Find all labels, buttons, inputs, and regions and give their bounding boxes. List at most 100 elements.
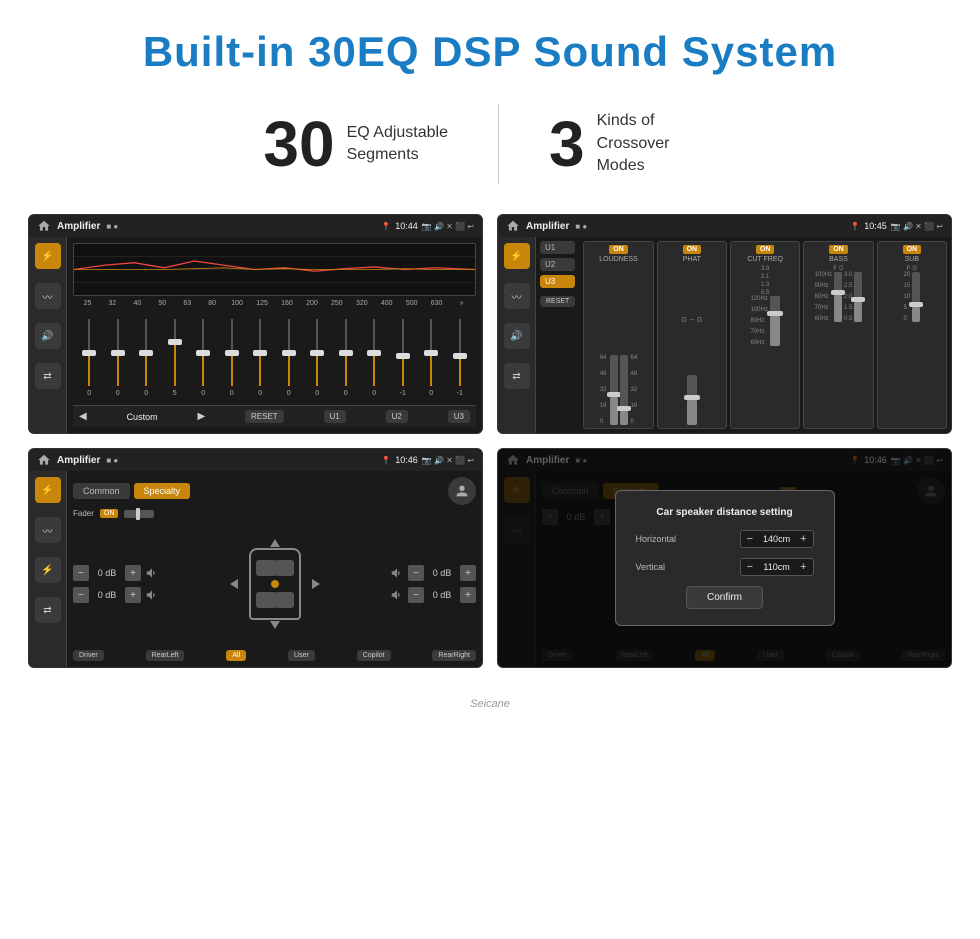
sub-slider[interactable] [912, 272, 920, 322]
pos-rearleft[interactable]: RearLeft [146, 650, 185, 661]
speaker-icon-btn-2[interactable]: 🔊 [504, 323, 530, 349]
stat-crossover-number: 3 [549, 107, 585, 181]
statusbar-1: Amplifier ■ ● 📍 10:44 📷 🔊 ✕ ⬛ ↩ [29, 215, 482, 237]
eq-icon-btn[interactable]: ⚡ [35, 243, 61, 269]
loudness-slider-1[interactable] [610, 355, 618, 425]
modal-title: Car speaker distance setting [636, 507, 814, 518]
seat-br [274, 592, 294, 608]
car-center-dot[interactable] [271, 580, 279, 588]
eq-reset-btn[interactable]: RESET [245, 410, 284, 423]
app-title-2: Amplifier [526, 221, 569, 232]
side-controls-1: ⚡ 〰 🔊 ⇄ [29, 237, 67, 433]
channel-sub: ON SUB F G 20 15 1 [877, 241, 947, 429]
db-plus-br[interactable]: + [460, 587, 476, 603]
modal-vertical-value: 110cm [759, 562, 794, 572]
db-plus-bl[interactable]: + [125, 587, 141, 603]
modal-horizontal-plus[interactable]: + [798, 533, 808, 545]
arrow-right-icon[interactable] [312, 579, 320, 589]
preset-u1[interactable]: U1 [540, 241, 575, 254]
eq-slider-13: -1 [446, 317, 475, 397]
pos-driver[interactable]: Driver [73, 650, 104, 661]
time-1: 10:44 [395, 221, 418, 231]
bluetooth-icon-btn-3[interactable]: ⚡ [35, 557, 61, 583]
db-minus-br[interactable]: − [408, 587, 424, 603]
arrow-down-icon[interactable] [270, 621, 280, 629]
pos-rearright[interactable]: RearRight [432, 650, 476, 661]
eq-slider-6: 0 [246, 317, 275, 397]
eq-slider-11: -1 [389, 317, 418, 397]
modal-vertical-plus[interactable]: + [798, 561, 808, 573]
expand-icon-btn[interactable]: ⇄ [35, 363, 61, 389]
db-plus-tl[interactable]: + [125, 565, 141, 581]
eq-next-btn[interactable]: ▶ [197, 411, 205, 422]
wave-icon-btn-3[interactable]: 〰 [35, 517, 61, 543]
crossover-reset-btn[interactable]: RESET [540, 296, 575, 307]
phat-slider[interactable] [687, 375, 697, 425]
expand-icon-btn-3[interactable]: ⇄ [35, 597, 61, 623]
modal-horizontal-minus[interactable]: − [745, 533, 755, 545]
eq-slider-4: 0 [189, 317, 218, 397]
eq-icon-btn-3[interactable]: ⚡ [35, 477, 61, 503]
db-minus-tl[interactable]: − [73, 565, 89, 581]
eq-icon-btn-2[interactable]: ⚡ [504, 243, 530, 269]
modal-horizontal-label: Horizontal [636, 534, 696, 544]
loudness-slider-2[interactable] [620, 355, 628, 425]
eq-slider-1: 0 [104, 317, 133, 397]
eq-u1-btn[interactable]: U1 [324, 410, 346, 423]
side-controls-2: ⚡ 〰 🔊 ⇄ [498, 237, 536, 433]
channel-loudness: ON LOUDNESS 64 48 32 16 0 [583, 241, 653, 429]
bass-slider-2[interactable] [854, 272, 862, 322]
tab-common-3[interactable]: Common [73, 483, 130, 499]
stat-crossover-desc: Kinds of Crossover Modes [597, 110, 717, 177]
cutfreq-slider[interactable] [770, 296, 780, 346]
modal-confirm-button[interactable]: Confirm [686, 586, 763, 609]
wave-icon-btn-2[interactable]: 〰 [504, 283, 530, 309]
bass-slider-1[interactable] [834, 272, 842, 322]
preset-u3[interactable]: U3 [540, 275, 575, 288]
modal-vertical-label: Vertical [636, 562, 696, 572]
eq-slider-10: 0 [360, 317, 389, 397]
db-minus-bl[interactable]: − [73, 587, 89, 603]
modal-horizontal-input: − 140cm + [740, 530, 814, 548]
home-icon[interactable] [37, 219, 51, 233]
speaker-main: Common Specialty Fader ON [67, 471, 482, 667]
eq-u3-btn[interactable]: U3 [448, 410, 470, 423]
arrow-left-icon[interactable] [230, 579, 238, 589]
arrow-up-icon[interactable] [270, 539, 280, 547]
db-value-tr: 0 dB [428, 568, 456, 578]
time-3: 10:46 [395, 455, 418, 465]
stats-row: 30 EQ Adjustable Segments 3 Kinds of Cro… [0, 94, 980, 214]
eq-main: 25 32 40 50 63 80 100 125 160 200 250 32… [67, 237, 482, 433]
screen-eq: Amplifier ■ ● 📍 10:44 📷 🔊 ✕ ⬛ ↩ ⚡ [28, 214, 483, 434]
eq-u2-btn[interactable]: U2 [386, 410, 408, 423]
expand-icon-btn-2[interactable]: ⇄ [504, 363, 530, 389]
pos-all[interactable]: All [226, 650, 246, 661]
db-row-br: − 0 dB + [390, 587, 476, 603]
speaker-icon-tl [145, 566, 159, 580]
stat-eq: 30 EQ Adjustable Segments [213, 107, 498, 181]
pos-user[interactable]: User [288, 650, 315, 661]
wave-icon-btn[interactable]: 〰 [35, 283, 61, 309]
stat-crossover: 3 Kinds of Crossover Modes [499, 107, 767, 181]
pos-copilot[interactable]: Copilot [357, 650, 391, 661]
modal-vertical-minus[interactable]: − [745, 561, 755, 573]
left-db-controls: − 0 dB + − 0 dB + [73, 565, 159, 603]
eq-slider-3: 5 [161, 317, 190, 397]
db-minus-tr[interactable]: − [408, 565, 424, 581]
person-icon-3[interactable] [448, 477, 476, 505]
home-icon-2[interactable] [506, 219, 520, 233]
eq-preset-label: Custom [127, 412, 158, 422]
db-plus-tr[interactable]: + [460, 565, 476, 581]
fader-bar[interactable] [124, 510, 154, 518]
eq-sliders-row: 0 0 [73, 313, 476, 401]
speaker-icon-btn[interactable]: 🔊 [35, 323, 61, 349]
eq-prev-btn[interactable]: ◀ [79, 411, 87, 422]
stat-eq-number: 30 [263, 107, 334, 181]
position-buttons: Driver RearLeft All User Copilot RearRig… [73, 650, 476, 661]
car-diagram [230, 539, 320, 629]
tab-specialty-3[interactable]: Specialty [134, 483, 191, 499]
home-icon-3[interactable] [37, 453, 51, 467]
modal-vertical-input: − 110cm + [740, 558, 814, 576]
preset-u2[interactable]: U2 [540, 258, 575, 271]
crossover-main: U1 U2 U3 RESET ON LOUDNESS [536, 237, 951, 433]
